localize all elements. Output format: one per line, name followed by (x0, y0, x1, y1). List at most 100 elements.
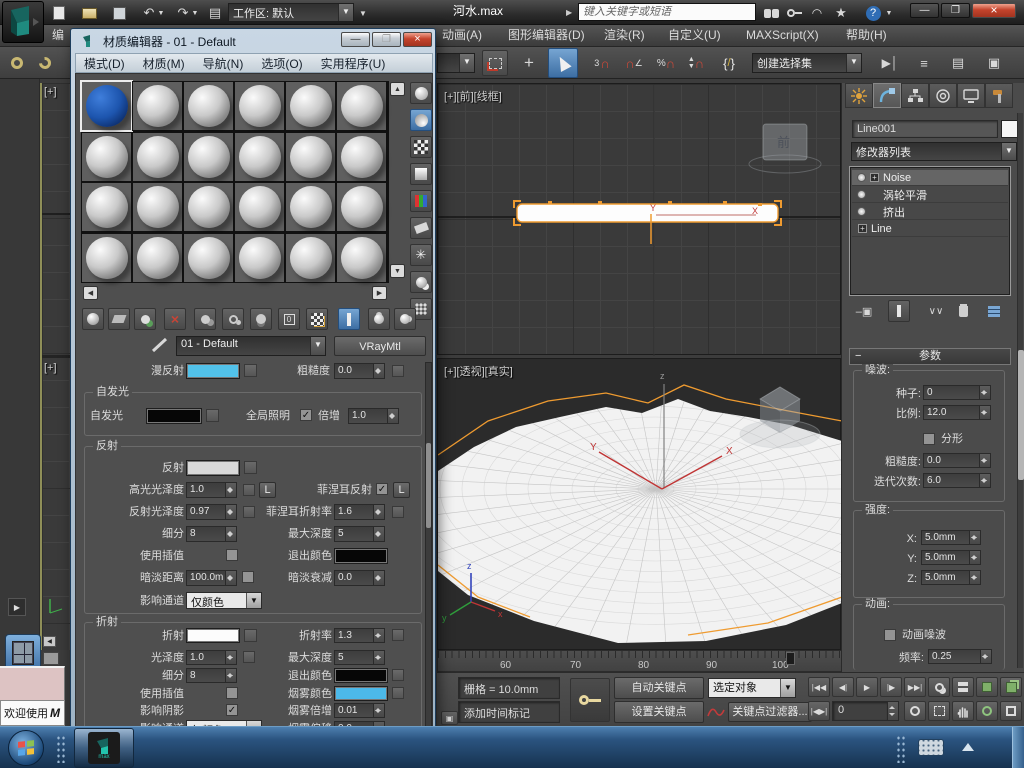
iterations-spinner[interactable]: 6.0 (923, 473, 991, 488)
modifier-enable-bulb-icon[interactable] (857, 190, 866, 199)
selection-region-button[interactable] (928, 701, 950, 721)
material-sample-slot[interactable] (183, 233, 234, 283)
named-selection-set-dropdown[interactable]: 创建选择集▼ (752, 53, 862, 73)
previous-frame-button[interactable]: ◀| (832, 677, 854, 697)
reflect-color-swatch[interactable] (186, 460, 240, 476)
material-type-button[interactable]: VRayMtl (334, 336, 426, 356)
dim-falloff-spinner[interactable]: 0.0 (334, 570, 385, 586)
show-desktop-button[interactable] (1012, 727, 1024, 768)
refr-subdivs-spinner[interactable]: 8 (186, 668, 237, 683)
add-time-tag-field[interactable]: 添加时间标记 (458, 701, 560, 723)
roughness-map-button[interactable] (392, 365, 404, 377)
fog-color-map-button[interactable] (392, 687, 404, 699)
material-sample-slot[interactable] (336, 81, 387, 131)
show-end-result-button[interactable] (338, 308, 360, 330)
project-folder-button[interactable]: ▤ (202, 3, 228, 23)
material-editor-maximize-button[interactable]: ❐ (372, 32, 401, 47)
selfillum-map-button[interactable] (206, 409, 219, 422)
tab-motion[interactable] (929, 83, 957, 108)
fog-color-swatch[interactable] (334, 686, 388, 701)
scale-spinner[interactable]: 12.0 (923, 405, 991, 420)
viewport-label-perspective[interactable]: [+][透视][真实] (444, 363, 513, 379)
material-sample-slot[interactable] (336, 233, 387, 283)
time-configuration-button[interactable] (904, 701, 926, 721)
menu-rendering[interactable]: 渲染(R) (604, 29, 645, 42)
material-sample-slot[interactable] (285, 81, 336, 131)
new-scene-button[interactable] (46, 3, 72, 23)
fractal-checkbox[interactable] (923, 433, 935, 445)
toggle-set-key-mode-button[interactable] (570, 678, 610, 722)
material-sample-slot[interactable] (234, 81, 285, 131)
make-preview-button[interactable] (410, 217, 432, 239)
slot-scroll-down-button[interactable]: ▼ (390, 264, 405, 278)
zoom-extents-button[interactable] (976, 677, 998, 697)
refract-color-swatch[interactable] (186, 628, 240, 643)
auto-key-button[interactable]: 自动关键点 (614, 677, 704, 699)
hilight-lock-button[interactable]: L (259, 482, 276, 498)
isolate-selection-button[interactable]: ▣ (441, 711, 458, 725)
menu-customize[interactable]: 自定义(U) (668, 29, 721, 42)
reflect-map-button[interactable] (244, 461, 257, 474)
communication-center-icon[interactable]: ◠ (806, 3, 828, 23)
viewport-label-left-bottom[interactable]: [+] (44, 362, 57, 374)
show-end-result-button[interactable] (888, 300, 910, 322)
viewcube[interactable] (740, 387, 820, 448)
modifier-enable-bulb-icon[interactable] (857, 173, 866, 182)
stack-item-turbosmooth[interactable]: 涡轮平滑 (852, 187, 1008, 203)
refr-exit-color-swatch[interactable] (334, 668, 388, 683)
animate-noise-checkbox[interactable] (884, 629, 896, 641)
search-expand-icon[interactable]: ▶ (566, 8, 572, 17)
orbit-view-button[interactable] (976, 701, 998, 721)
selfillum-color-swatch[interactable] (146, 408, 202, 424)
menu-modes[interactable]: 模式(D) (84, 55, 125, 72)
dim-distance-checkbox[interactable] (242, 571, 254, 583)
put-to-library-button[interactable] (250, 308, 272, 330)
viewport-perspective[interactable]: z Y X z x y [+][透视][真实] (437, 358, 841, 650)
material-sample-slot[interactable] (285, 182, 336, 232)
material-sample-slot[interactable] (132, 182, 183, 232)
hilight-gloss-map-button[interactable] (243, 484, 255, 496)
object-name-field[interactable]: Line001 (852, 120, 998, 138)
tray-keyboard-icon[interactable] (918, 739, 944, 756)
tab-hierarchy[interactable] (901, 83, 929, 108)
key-filters-button[interactable]: 关键点过滤器... (728, 702, 812, 722)
diffuse-map-button[interactable] (244, 364, 257, 377)
assign-material-to-selection-button[interactable] (134, 308, 156, 330)
configure-modifier-sets-button[interactable] (982, 301, 1006, 321)
key-mode-toggle-button[interactable]: |◀▶| (808, 701, 830, 721)
material-sample-slot[interactable] (183, 132, 234, 182)
window-crossing-toggle[interactable] (482, 50, 508, 76)
material-sample-slot[interactable] (183, 81, 234, 131)
time-slider-handle[interactable] (786, 652, 795, 665)
workspace-flyout-button[interactable]: ▼ (356, 3, 370, 23)
unlink-selection-button[interactable] (32, 50, 58, 76)
menu-navigation[interactable]: 导航(N) (203, 55, 244, 72)
fresnel-ior-spinner[interactable]: 1.6 (334, 504, 385, 520)
selection-filter-dropdown[interactable]: ▼ (437, 53, 475, 73)
strength-z-spinner[interactable]: 5.0mm (921, 570, 981, 585)
refr-gloss-map-button[interactable] (243, 651, 255, 663)
select-object-button[interactable] (548, 48, 578, 78)
window-minimize-button[interactable]: — (910, 3, 939, 18)
help-button[interactable]: ? (862, 3, 884, 23)
material-editor-titlebar[interactable]: 材质编辑器 - 01 - Default — ❐ × (71, 29, 435, 53)
ior-spinner[interactable]: 1.3 (334, 628, 385, 643)
welcome-window-titlebar[interactable]: 欢迎使用 M (0, 700, 65, 726)
video-color-check-button[interactable] (410, 190, 432, 212)
reset-material-button[interactable]: × (164, 308, 186, 330)
material-id-channel-button[interactable]: 0 (278, 308, 300, 330)
material-sample-slot[interactable] (132, 81, 183, 131)
menu-options[interactable]: 选项(O) (261, 55, 302, 72)
dim-distance-spinner[interactable]: 100.0m (186, 570, 237, 586)
material-editor-minimize-button[interactable]: — (341, 32, 370, 47)
material-sample-slot[interactable] (285, 233, 336, 283)
menu-animation[interactable]: 动画(A) (442, 29, 482, 42)
material-sample-slot[interactable] (234, 182, 285, 232)
panel-scrollbar-thumb[interactable] (1018, 350, 1024, 480)
modifier-enable-bulb-icon[interactable] (857, 207, 866, 216)
slot-scroll-left-button[interactable]: ◀ (83, 286, 98, 300)
window-maximize-button[interactable]: ❐ (941, 3, 970, 18)
timeline-ruler[interactable]: 60 70 80 90 100 (437, 650, 843, 672)
noise-roughness-spinner[interactable]: 0.0 (923, 453, 991, 468)
tray-show-hidden-icons[interactable] (962, 743, 974, 751)
